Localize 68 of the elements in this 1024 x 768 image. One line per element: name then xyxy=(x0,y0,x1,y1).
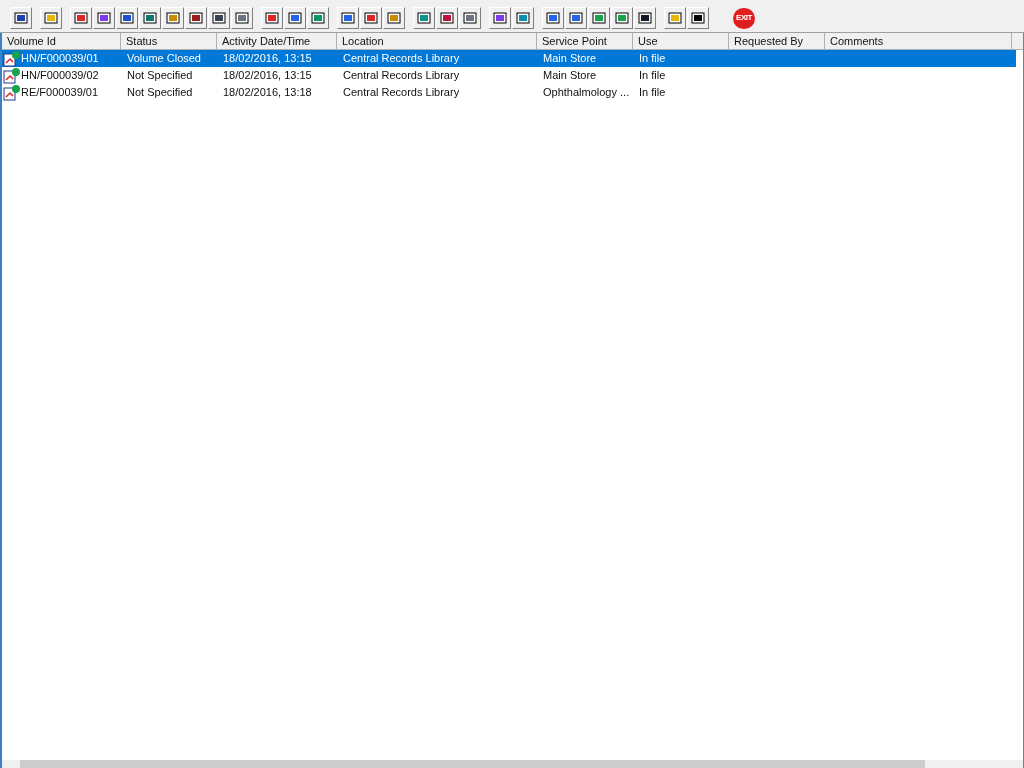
toolbar-icon xyxy=(73,10,89,26)
toolbar-icon xyxy=(310,10,326,26)
toolbar-icon xyxy=(545,10,561,26)
table-cell-text: Volume Closed xyxy=(127,51,201,66)
toolbar-icon xyxy=(43,10,59,26)
toolbar-icon xyxy=(287,10,303,26)
table-cell-text: RE/F000039/01 xyxy=(21,85,99,100)
toolbar-button[interactable] xyxy=(687,7,709,29)
toolbar-button[interactable] xyxy=(436,7,458,29)
toolbar-button[interactable] xyxy=(634,7,656,29)
table-cell-text: Central Records Library xyxy=(343,51,460,66)
toolbar-icon xyxy=(234,10,250,26)
toolbar-icon xyxy=(492,10,508,26)
column-header[interactable]: Comments xyxy=(825,33,1012,50)
table-cell-text: 18/02/2016, 13:15 xyxy=(223,51,312,66)
toolbar-icon xyxy=(568,10,584,26)
toolbar-icon xyxy=(462,10,478,26)
table-cell-text: Central Records Library xyxy=(343,85,460,100)
table-cell-text: HN/F000039/02 xyxy=(21,68,99,83)
toolbar-icon xyxy=(439,10,455,26)
volume-icon xyxy=(3,84,21,101)
column-header[interactable]: Volume Id xyxy=(2,33,121,50)
toolbar-icon xyxy=(690,10,706,26)
toolbar-icon xyxy=(142,10,158,26)
table-cell-text: In file xyxy=(639,85,666,100)
volume-icon xyxy=(3,50,21,67)
toolbar-button[interactable] xyxy=(10,7,32,29)
toolbar-icon xyxy=(264,10,280,26)
table-cell-text: Not Specified xyxy=(127,85,193,100)
toolbar-icon xyxy=(165,10,181,26)
toolbar-icon xyxy=(614,10,630,26)
exit-button[interactable]: EXIT xyxy=(733,7,755,29)
toolbar-icon xyxy=(591,10,607,26)
table-cell-text: 18/02/2016, 13:15 xyxy=(223,68,312,83)
toolbar-icon xyxy=(515,10,531,26)
table-cell-text: Main Store xyxy=(543,68,597,83)
toolbar-button[interactable] xyxy=(208,7,230,29)
toolbar-icon xyxy=(637,10,653,26)
table-cell-text: Central Records Library xyxy=(343,68,460,83)
column-header[interactable]: Service Point xyxy=(537,33,633,50)
toolbar-icon xyxy=(386,10,402,26)
table-cell-text: Not Specified xyxy=(127,68,193,83)
toolbar-button[interactable] xyxy=(185,7,207,29)
column-header[interactable]: Activity Date/Time xyxy=(217,33,337,50)
toolbar-icon xyxy=(188,10,204,26)
table-cell-text: In file xyxy=(639,68,666,83)
toolbar-icon xyxy=(13,10,29,26)
table-cell-text: Ophthalmology ... xyxy=(543,85,630,100)
table-row[interactable]: RE/F000039/01 Not Specified 18/02/2016, 13:18 Central Records Library Ophthalmology ... In file xyxy=(2,84,1016,101)
toolbar-icon xyxy=(211,10,227,26)
column-header[interactable]: Requested By xyxy=(729,33,825,50)
toolbar-icon xyxy=(363,10,379,26)
column-header[interactable]: Status xyxy=(121,33,217,50)
column-header[interactable]: Use xyxy=(633,33,729,50)
toolbar-icon xyxy=(340,10,356,26)
table-row[interactable]: HN/F000039/02 Not Specified 18/02/2016, 13:15 Central Records Library Main Store In file xyxy=(2,67,1016,84)
table-cell-text: In file xyxy=(639,51,666,66)
toolbar-icon xyxy=(667,10,683,26)
table-cell-text: HN/F000039/01 xyxy=(21,51,99,66)
toolbar-icon xyxy=(416,10,432,26)
column-header[interactable]: Location xyxy=(337,33,537,50)
toolbar-icon xyxy=(96,10,112,26)
table-row[interactable]: HN/F000039/01 Volume Closed 18/02/2016, 13:15 Central Records Library Main Store In file xyxy=(2,50,1016,67)
table-cell-text: Main Store xyxy=(543,51,597,66)
volume-icon xyxy=(3,67,21,84)
toolbar-button[interactable] xyxy=(116,7,138,29)
toolbar-icon xyxy=(119,10,135,26)
table-cell-text: 18/02/2016, 13:18 xyxy=(223,85,312,100)
